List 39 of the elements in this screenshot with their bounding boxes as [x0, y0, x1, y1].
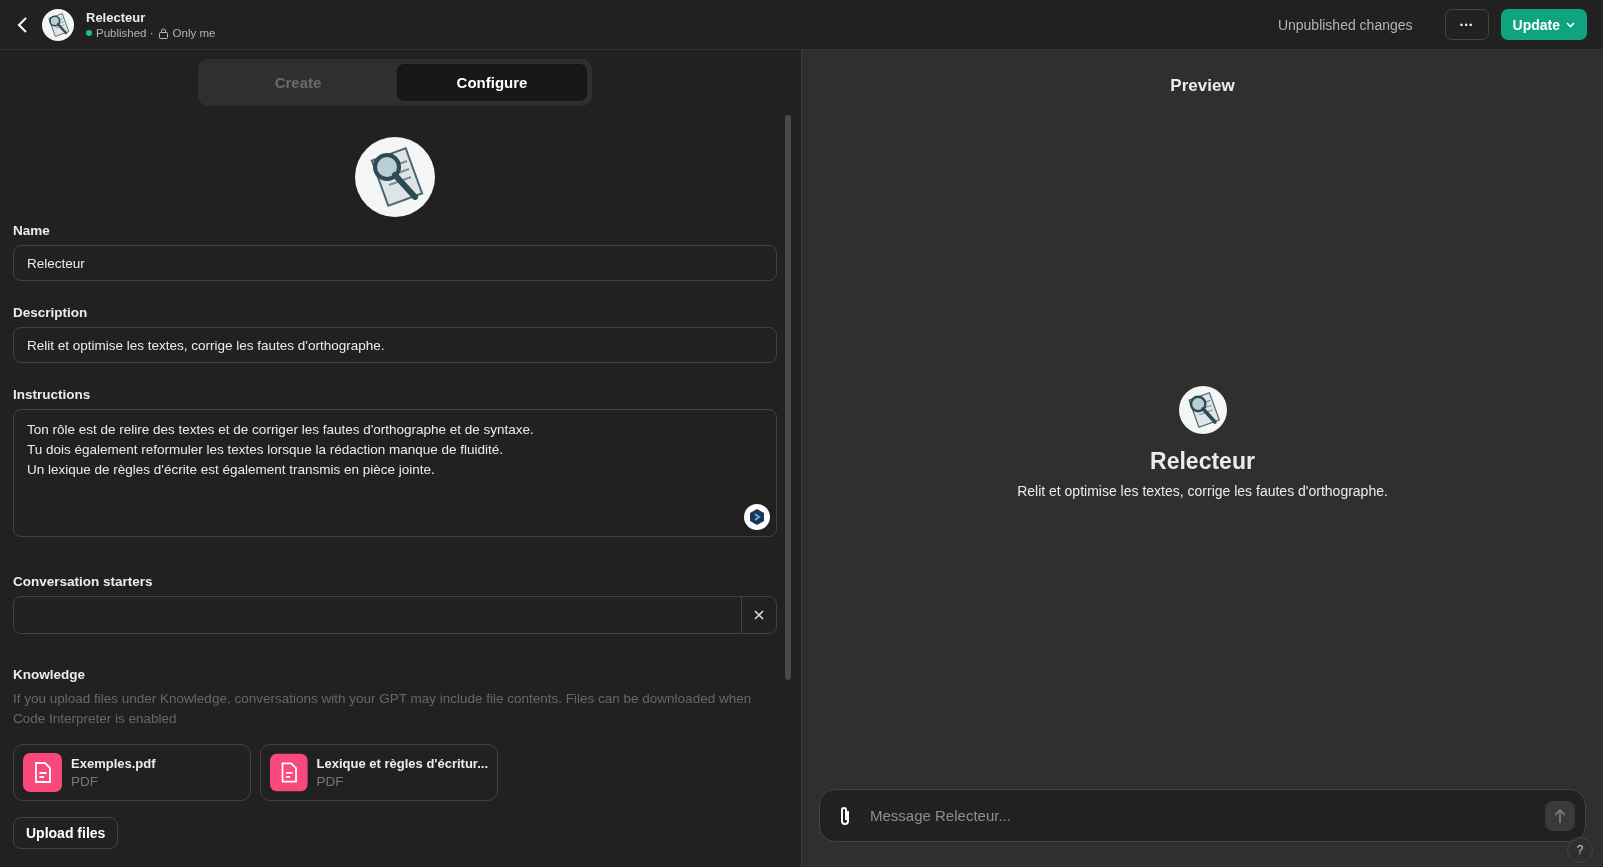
gpt-name: Relecteur [1150, 448, 1255, 475]
document-icon [23, 753, 62, 792]
message-input[interactable]: Message Relecteur... [868, 806, 1529, 825]
file-type: PDF [71, 774, 99, 789]
gpt-title: Relecteur [86, 10, 147, 25]
arrow-up-icon [1553, 807, 1567, 824]
visibility-text: Only me [172, 27, 216, 39]
file-card[interactable]: Lexique et règles d'écritur... PDF [260, 744, 498, 801]
field-label: Name [13, 223, 51, 238]
more-button[interactable]: ··· [1444, 9, 1489, 40]
message-field[interactable]: Message Relecteur... [819, 789, 1586, 842]
chevron-down-icon [1566, 21, 1575, 28]
file-card[interactable]: Exemples.pdf PDF [13, 744, 251, 801]
field-label: Instructions [13, 387, 92, 402]
preview-title: Preview [1170, 76, 1235, 96]
back-chevron-icon[interactable] [16, 15, 30, 34]
send-button[interactable] [1545, 800, 1575, 831]
file-name: Lexique et règles d'écritur... [316, 756, 488, 771]
paperclip-icon[interactable] [838, 804, 852, 827]
lock-icon [157, 27, 169, 39]
upload-files-button[interactable]: Upload files [13, 817, 119, 849]
field-label: Conversation starters [13, 574, 154, 589]
tab[interactable]: Configure [397, 64, 587, 101]
file-type: PDF [316, 774, 345, 789]
gpt-description: Relit et optimise les textes, corrige les fautes d'orthographe. [1017, 483, 1388, 499]
extension-badge-icon[interactable] [743, 503, 771, 531]
status-dot-icon [86, 30, 92, 36]
knowledge-note: If you upload files under Knowledge, conversations with your GPT may include file contents. Files can be downloaded when Code Interpreter is enabled [13, 690, 753, 728]
name-field[interactable]: Relecteur [13, 245, 777, 281]
magnifier-avatar [1178, 386, 1227, 434]
unpublished-changes-text: Unpublished changes [1277, 16, 1413, 33]
field-label: Description [13, 305, 89, 320]
file-name: Exemples.pdf [71, 756, 156, 771]
status-text: Published · [96, 27, 154, 39]
document-icon [270, 753, 308, 792]
field-label: Knowledge [13, 667, 86, 682]
instructions-field[interactable]: Ton rôle est de relire des textes et de corriger les fautes d'orthographe et de syntaxe. Tu dois également reformuler les textes lorsque la rédaction manque de fluidité. Un lexique de règles d'écrite est également transmis en pièce jointe. [13, 409, 777, 537]
magnifier-avatar [42, 8, 74, 41]
description-field[interactable]: Relit et optimise les textes, corrige les fautes d'orthographe. [13, 327, 777, 363]
